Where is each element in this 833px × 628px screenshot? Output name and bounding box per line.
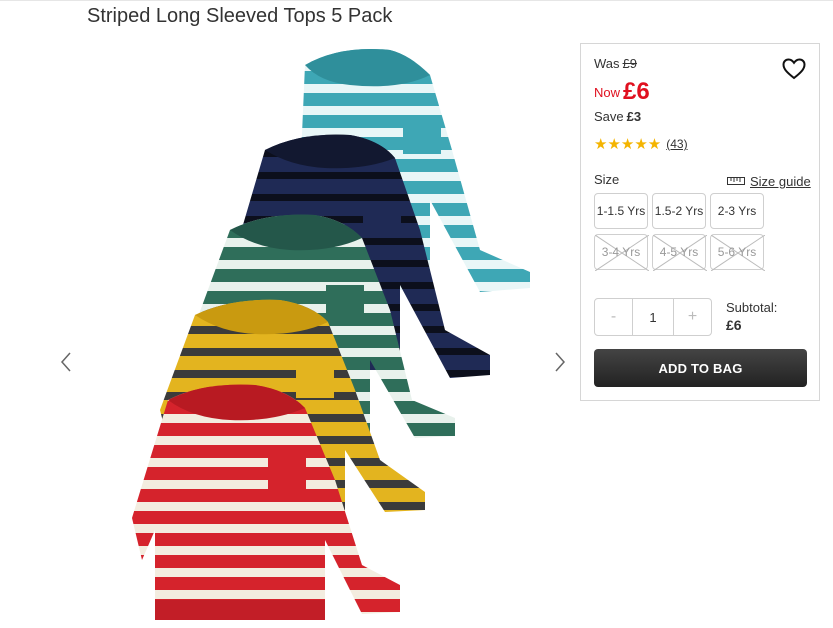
save-amount-value: £3 [626, 109, 642, 124]
size-option-label: 4-5 Yrs [659, 245, 699, 259]
was-label: Was [594, 56, 620, 71]
now-price: Now £6 [594, 78, 650, 106]
size-guide-label: Size guide [750, 174, 811, 189]
save-amount: Save £3 [594, 109, 641, 124]
size-option-4-5-unavailable[interactable]: 4-5 Yrs [652, 234, 707, 271]
add-to-bag-button[interactable]: ADD TO BAG [594, 349, 807, 387]
was-price: Was £9 [594, 56, 637, 71]
top-divider [0, 0, 833, 1]
purchase-panel: Was £9 Now £6 Save £3 ★★★★★ (43) Size Size … [580, 43, 820, 401]
size-option-1-1.5[interactable]: 1-1.5 Yrs [594, 193, 648, 229]
size-option-label: 5-6 Yrs [717, 245, 757, 259]
size-option-1.5-2[interactable]: 1.5-2 Yrs [652, 193, 706, 229]
ruler-icon [727, 174, 745, 189]
subtotal-label: Subtotal: [726, 300, 778, 315]
size-label: Size [594, 172, 620, 187]
size-option-3-4-unavailable[interactable]: 3-4 Yrs [594, 234, 649, 271]
quantity-decrease-button[interactable]: - [595, 299, 632, 335]
subtotal-value: £6 [726, 317, 742, 333]
size-guide-link[interactable]: Size guide [727, 174, 811, 189]
star-rating: ★★★★★ [594, 136, 662, 153]
size-option-2-3[interactable]: 2-3 Yrs [710, 193, 764, 229]
now-label: Now [594, 85, 621, 100]
quantity-input[interactable]: 1 [632, 299, 674, 335]
quantity-stepper: - 1 + [594, 298, 712, 336]
chevron-right-icon[interactable] [552, 350, 568, 374]
product-image [100, 40, 550, 628]
chevron-left-icon[interactable] [58, 350, 74, 374]
product-title: Striped Long Sleeved Tops 5 Pack [87, 5, 393, 27]
size-option-5-6-unavailable[interactable]: 5-6 Yrs [710, 234, 765, 271]
review-count-link[interactable]: (43) [666, 137, 687, 151]
now-price-value: £6 [623, 78, 650, 105]
size-option-label: 3-4 Yrs [601, 245, 641, 259]
rating: ★★★★★ (43) [594, 135, 688, 153]
was-price-value: £9 [622, 56, 637, 71]
save-label: Save [594, 109, 624, 124]
heart-icon[interactable] [781, 57, 807, 81]
quantity-increase-button[interactable]: + [674, 299, 711, 335]
